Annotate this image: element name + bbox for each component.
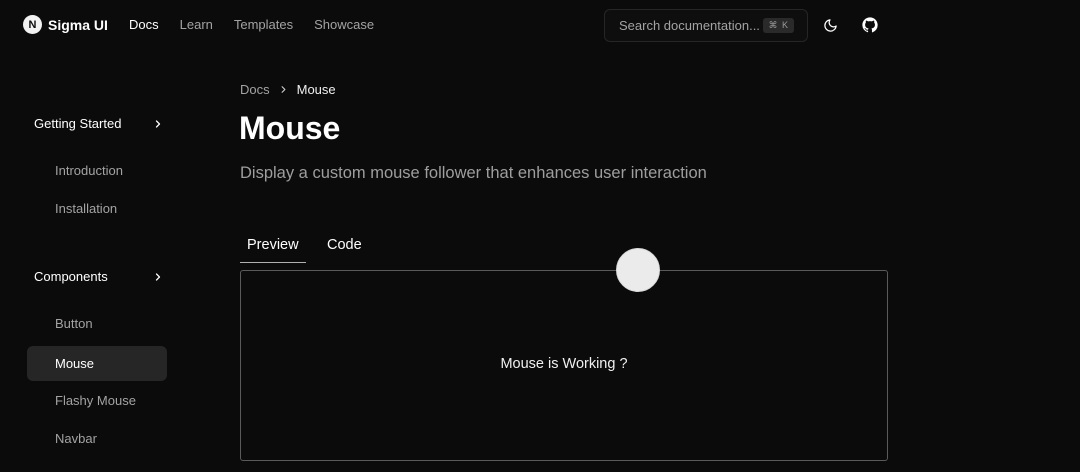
- sidebar-item-mouse[interactable]: Mouse: [27, 346, 167, 381]
- search-input[interactable]: Search documentation... ⌘ K: [604, 9, 808, 42]
- chevron-right-icon: [155, 119, 161, 128]
- search-placeholder: Search documentation...: [619, 18, 760, 33]
- sidebar-section-label: Getting Started: [34, 116, 122, 131]
- sidebar-item-navbar[interactable]: Navbar: [55, 431, 97, 446]
- breadcrumb-docs-link[interactable]: Docs: [240, 82, 270, 97]
- preview-text: Mouse is Working ?: [500, 356, 628, 372]
- page-description: Display a custom mouse follower that enh…: [240, 164, 707, 182]
- breadcrumb: Docs Mouse: [240, 82, 336, 97]
- search-shortcut-badge: ⌘ K: [763, 18, 794, 33]
- nav-showcase[interactable]: Showcase: [314, 17, 374, 32]
- sidebar-section-label: Components: [34, 269, 108, 284]
- sidebar-item-button[interactable]: Button: [55, 316, 93, 331]
- sidebar: Getting Started Introduction Installatio…: [0, 0, 180, 472]
- sidebar-item-installation[interactable]: Installation: [55, 201, 117, 216]
- chevron-right-icon: [155, 272, 161, 281]
- tab-preview[interactable]: Preview: [240, 233, 306, 263]
- sidebar-item-introduction[interactable]: Introduction: [55, 163, 123, 178]
- nav-learn[interactable]: Learn: [180, 17, 213, 32]
- github-icon[interactable]: [860, 15, 880, 35]
- page-title: Mouse: [239, 110, 341, 146]
- chevron-right-icon: [281, 86, 286, 93]
- breadcrumb-current: Mouse: [296, 82, 336, 97]
- sidebar-section-components[interactable]: Components: [34, 269, 164, 284]
- preview-panel[interactable]: Mouse is Working ?: [240, 270, 888, 461]
- tab-code[interactable]: Code: [320, 233, 369, 263]
- mouse-follower-circle: [616, 248, 660, 292]
- preview-code-tabs: Preview Code: [240, 233, 369, 263]
- page-root: N Sigma UI Docs Learn Templates Showcase…: [0, 0, 1080, 472]
- sidebar-item-flashy-mouse[interactable]: Flashy Mouse: [55, 393, 136, 408]
- sidebar-section-getting-started[interactable]: Getting Started: [34, 116, 164, 131]
- moon-icon[interactable]: [820, 15, 840, 35]
- nav-templates[interactable]: Templates: [234, 17, 293, 32]
